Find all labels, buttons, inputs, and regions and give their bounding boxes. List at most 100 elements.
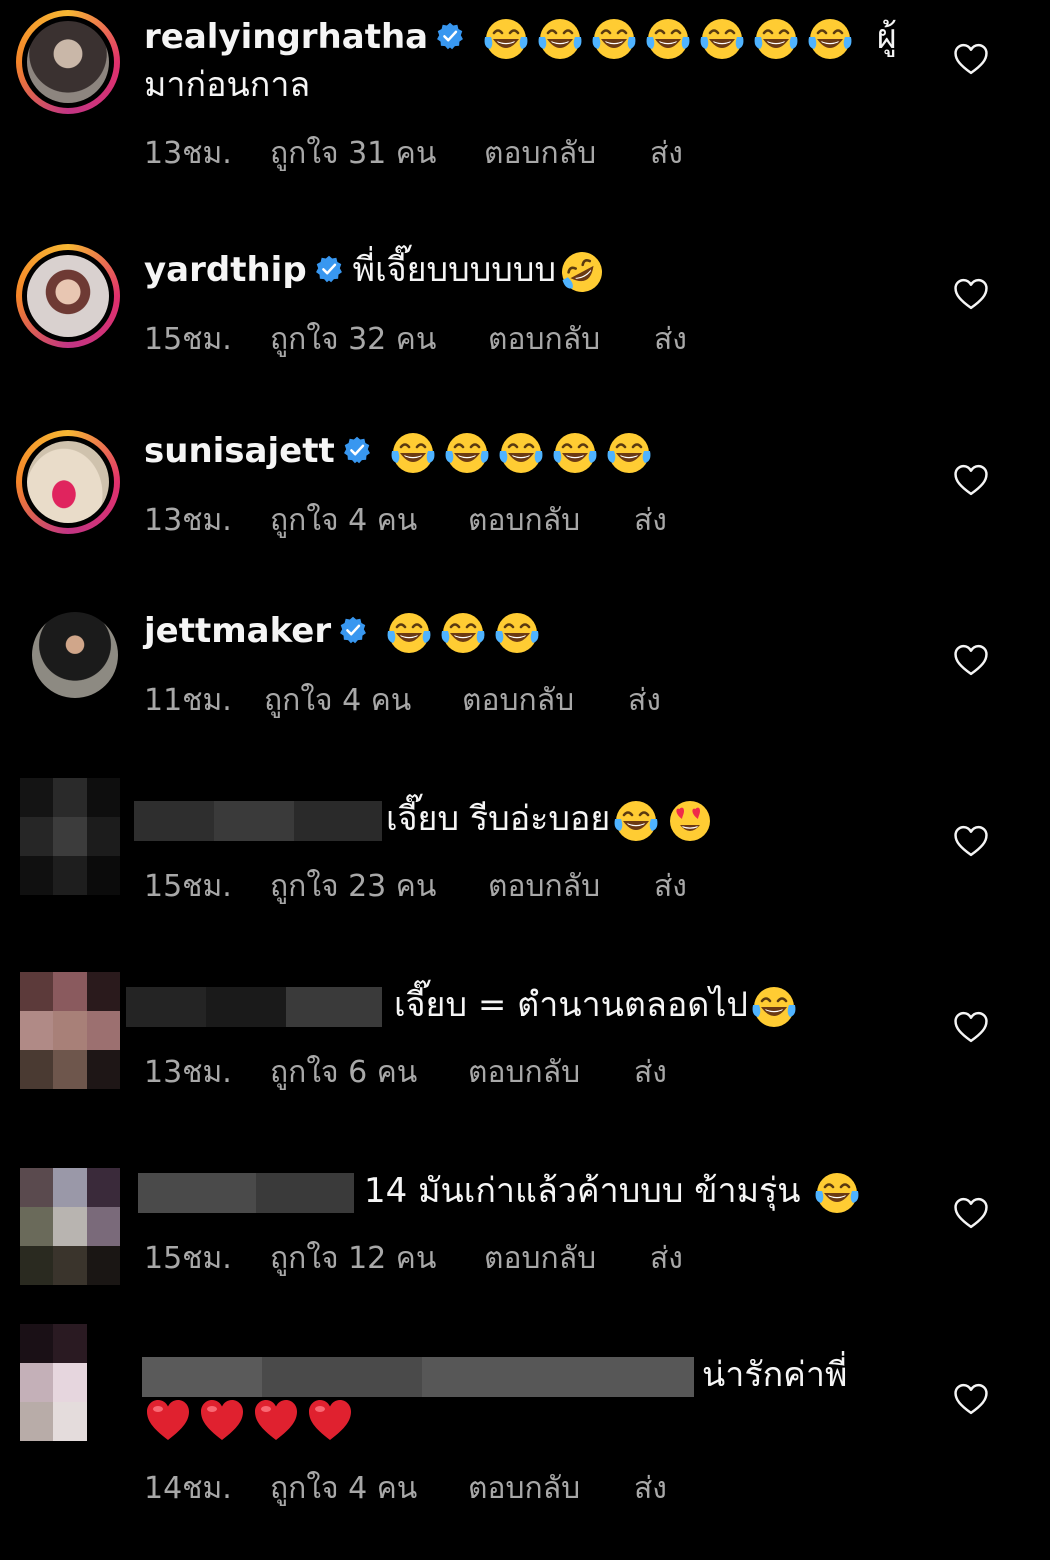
comment-text-line-2: มาก่อนกาล <box>144 65 311 105</box>
verified-badge-icon <box>315 255 343 283</box>
verified-badge-icon <box>343 436 371 464</box>
like-heart-icon[interactable] <box>952 277 990 311</box>
like-heart-icon[interactable] <box>952 643 990 677</box>
likes-count[interactable]: ถูกใจ 4 คน <box>264 677 462 724</box>
comment-meta: 11ชม. ถูกใจ 4 คน ตอบกลับ ส่ง <box>144 677 661 724</box>
like-heart-icon[interactable] <box>952 824 990 858</box>
comment-text-line: 14 มันเก่าแล้วค้าบบบ ข้ามรุ่น <box>138 1166 861 1217</box>
laughing-tears-emoji-icon <box>482 15 530 63</box>
comment-text-line: realyingrhatha ผู้ <box>144 12 897 63</box>
reply-button[interactable]: ตอบกลับ <box>462 677 628 724</box>
laughing-tears-emoji-icon <box>698 15 746 63</box>
laughing-tears-emoji-icon <box>551 429 599 477</box>
comment-meta: 13ชม. ถูกใจ 31 คน ตอบกลับ ส่ง <box>144 130 683 177</box>
emoji-group <box>750 983 798 1031</box>
like-heart-icon[interactable] <box>952 463 990 497</box>
censored-username[interactable] <box>138 1172 354 1213</box>
emoji-group <box>612 797 714 845</box>
emoji-group <box>389 429 653 477</box>
comment-text: น่ารักค่าพี่ <box>702 1355 848 1395</box>
send-button[interactable]: ส่ง <box>654 316 687 363</box>
avatar[interactable] <box>16 430 120 534</box>
like-heart-icon[interactable] <box>952 1196 990 1230</box>
avatar[interactable] <box>16 244 120 348</box>
comment-time: 14ชม. <box>144 1471 232 1506</box>
comment-text-line: เจี๊ยบ = ตำนานตลอดไป <box>126 980 798 1031</box>
send-button[interactable]: ส่ง <box>650 130 683 177</box>
username[interactable]: yardthip <box>144 250 307 290</box>
send-button[interactable]: ส่ง <box>654 863 687 910</box>
username[interactable]: realyingrhatha <box>144 17 428 57</box>
comment-time: 13ชม. <box>144 503 232 538</box>
avatar[interactable] <box>32 612 118 698</box>
censored-username[interactable] <box>134 800 382 841</box>
comment-meta: 13ชม. ถูกใจ 4 คน ตอบกลับ ส่ง <box>144 497 667 544</box>
likes-count[interactable]: ถูกใจ 23 คน <box>270 863 488 910</box>
likes-count[interactable]: ถูกใจ 6 คน <box>270 1049 468 1096</box>
reply-button[interactable]: ตอบกลับ <box>468 1465 634 1512</box>
comment-text-line: เจี๊ยบ รีบอ่ะบอย <box>134 794 714 845</box>
red-heart-emoji-icon <box>306 1397 354 1445</box>
likes-count[interactable]: ถูกใจ 31 คน <box>270 130 484 177</box>
likes-count[interactable]: ถูกใจ 4 คน <box>270 1465 468 1512</box>
comment-text: พี่เจี๊ยบบบบบบ <box>352 250 557 290</box>
pixelated-avatar[interactable] <box>20 778 120 895</box>
comment-time: 15ชม. <box>144 869 232 904</box>
username[interactable]: jettmaker <box>144 611 331 651</box>
send-button[interactable]: ส่ง <box>634 1465 667 1512</box>
laughing-tears-emoji-icon <box>439 609 487 657</box>
laughing-tears-emoji-icon <box>605 429 653 477</box>
red-heart-emoji-icon <box>198 1397 246 1445</box>
comment-meta: 14ชม. ถูกใจ 4 คน ตอบกลับ ส่ง <box>144 1465 667 1512</box>
pixelated-avatar[interactable] <box>20 1168 120 1285</box>
censored-username[interactable] <box>142 1356 694 1397</box>
comment-text-line: น่ารักค่าพี่ <box>142 1350 848 1400</box>
reply-button[interactable]: ตอบกลับ <box>488 316 654 363</box>
comment-time: 13ชม. <box>144 1055 232 1090</box>
censored-username[interactable] <box>126 986 382 1027</box>
pixelated-avatar[interactable] <box>20 972 120 1089</box>
reply-button[interactable]: ตอบกลับ <box>484 130 650 177</box>
like-heart-icon[interactable] <box>952 1010 990 1044</box>
comment-meta: 15ชม. ถูกใจ 12 คน ตอบกลับ ส่ง <box>144 1235 683 1282</box>
heart-eyes-emoji-icon <box>666 797 714 845</box>
comment-meta: 15ชม. ถูกใจ 32 คน ตอบกลับ ส่ง <box>144 316 687 363</box>
send-button[interactable]: ส่ง <box>634 497 667 544</box>
send-button[interactable]: ส่ง <box>634 1049 667 1096</box>
laughing-tears-emoji-icon <box>443 429 491 477</box>
reply-button[interactable]: ตอบกลับ <box>468 1049 634 1096</box>
laughing-tears-emoji-icon <box>497 429 545 477</box>
laughing-tears-emoji-icon <box>389 429 437 477</box>
like-heart-icon[interactable] <box>952 42 990 76</box>
reply-button[interactable]: ตอบกลับ <box>488 863 654 910</box>
emoji-group <box>385 609 541 657</box>
comment-time: 13ชม. <box>144 136 232 171</box>
reply-button[interactable]: ตอบกลับ <box>484 1235 650 1282</box>
pixelated-avatar[interactable] <box>20 1324 120 1441</box>
red-heart-emoji-icon <box>144 1397 192 1445</box>
send-button[interactable]: ส่ง <box>650 1235 683 1282</box>
reply-button[interactable]: ตอบกลับ <box>468 497 634 544</box>
laughing-tears-emoji-icon <box>644 15 692 63</box>
red-heart-emoji-icon <box>252 1397 300 1445</box>
comment-text: เจี๊ยบ รีบอ่ะบอย <box>386 799 611 839</box>
emoji-group <box>558 248 606 296</box>
emoji-group <box>813 1169 861 1217</box>
comment-time: 15ชม. <box>144 322 232 357</box>
likes-count[interactable]: ถูกใจ 12 คน <box>270 1235 484 1282</box>
likes-count[interactable]: ถูกใจ 32 คน <box>270 316 488 363</box>
rolling-laughing-emoji-icon <box>558 248 606 296</box>
laughing-tears-emoji-icon <box>750 983 798 1031</box>
laughing-tears-emoji-icon <box>813 1169 861 1217</box>
comment-time: 11ชม. <box>144 683 232 718</box>
send-button[interactable]: ส่ง <box>628 677 661 724</box>
verified-badge-icon <box>436 22 464 50</box>
like-heart-icon[interactable] <box>952 1382 990 1416</box>
emoji-group <box>482 15 854 63</box>
likes-count[interactable]: ถูกใจ 4 คน <box>270 497 468 544</box>
emoji-group <box>144 1397 354 1445</box>
avatar[interactable] <box>16 10 120 114</box>
username[interactable]: sunisajett <box>144 431 335 471</box>
laughing-tears-emoji-icon <box>612 797 660 845</box>
comment-emoji-line <box>144 1394 354 1445</box>
